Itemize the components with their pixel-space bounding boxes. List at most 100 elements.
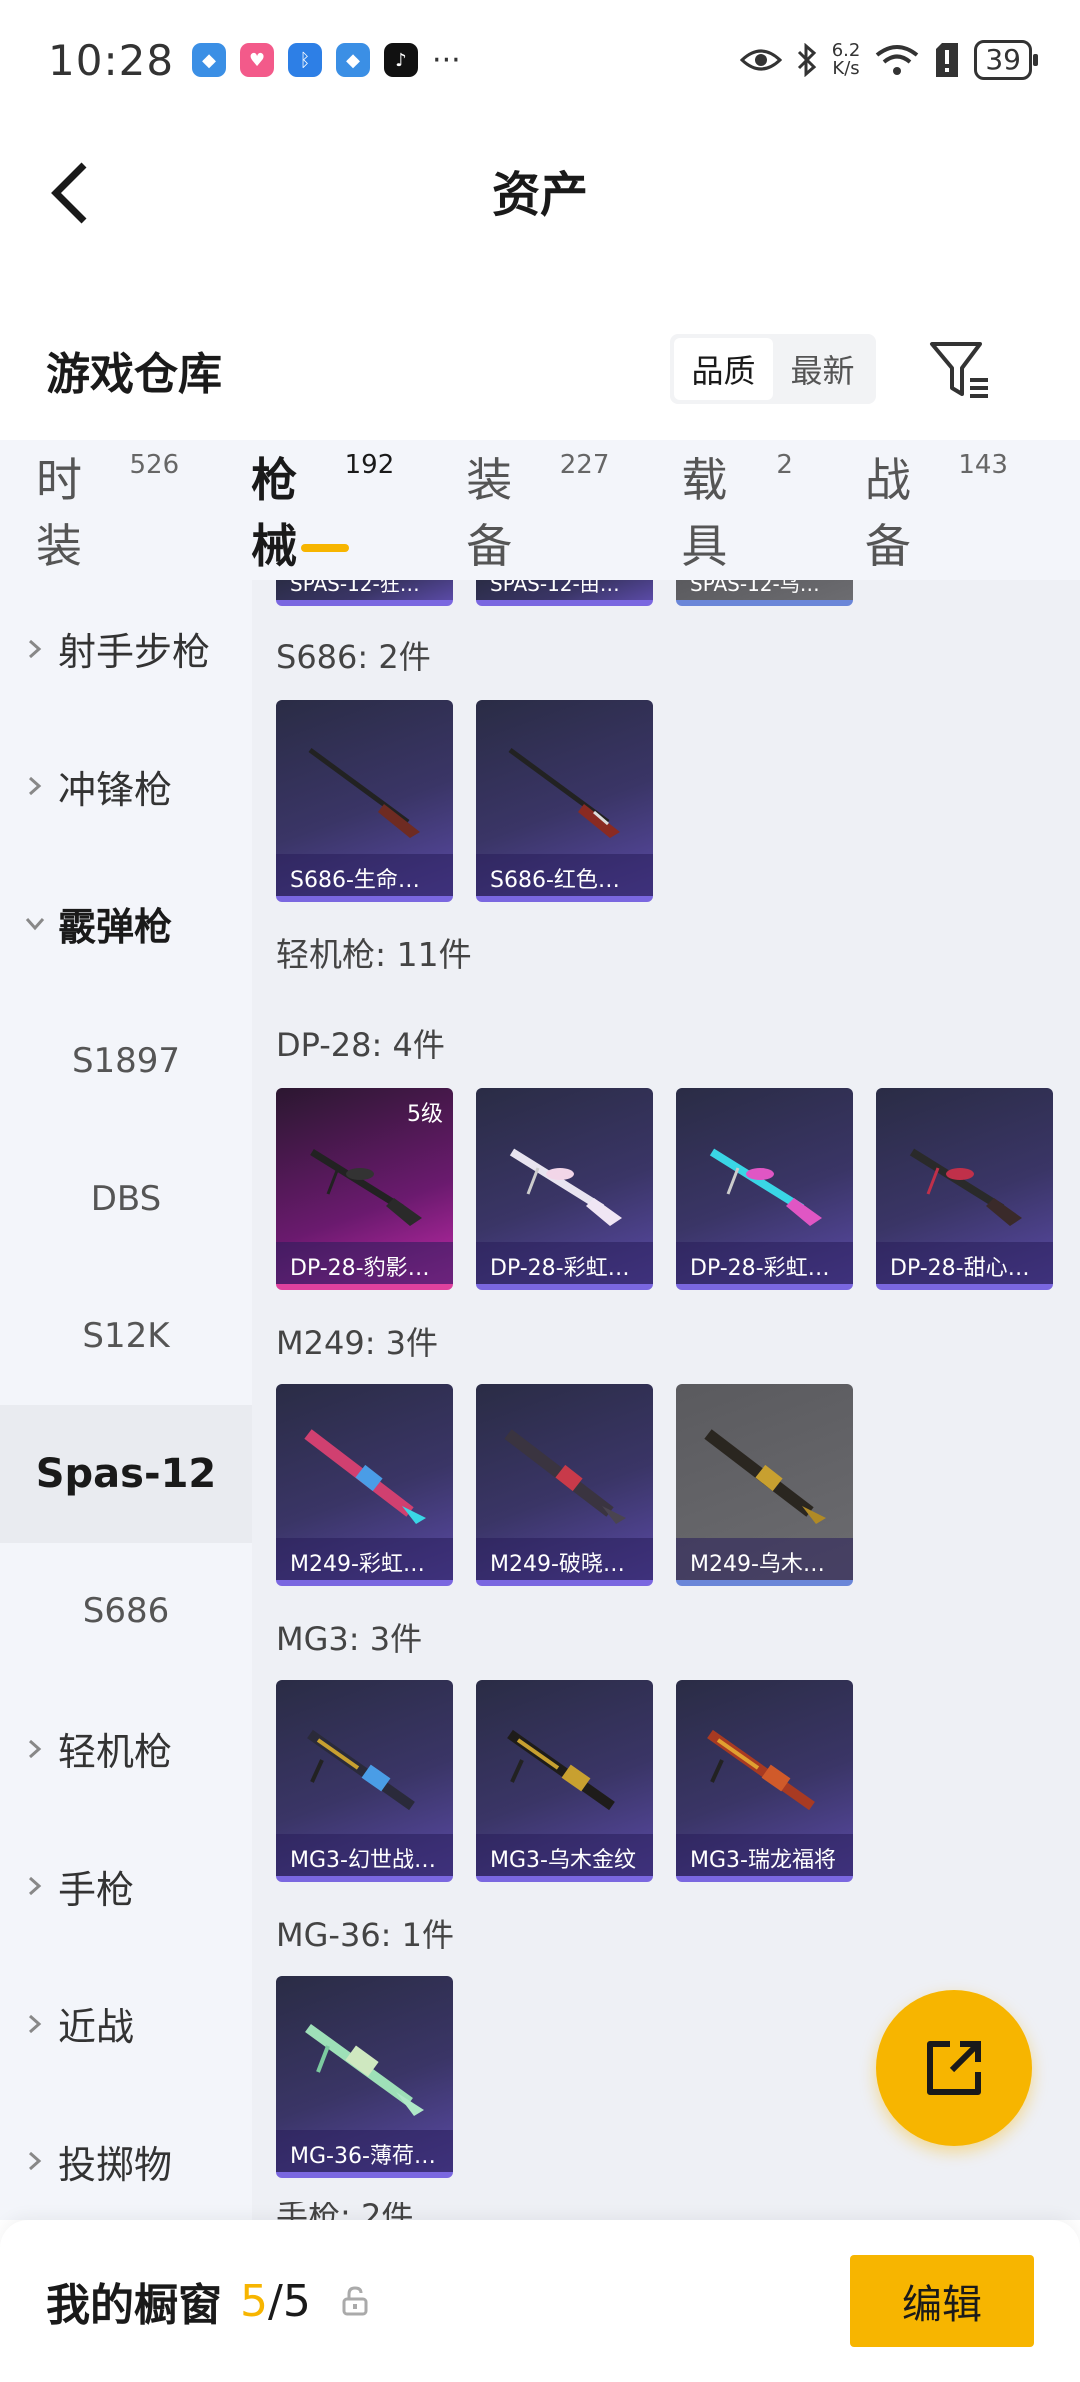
sidebar-item-label: 手枪 <box>58 1867 135 1912</box>
sort-toggle: 品质 最新 <box>670 334 876 404</box>
skin-card-name: M249-乌木… <box>676 1538 853 1580</box>
sidebar-item-label: 轻机枪 <box>58 1730 173 1775</box>
sort-latest-button[interactable]: 最新 <box>773 338 872 400</box>
weapon-skin-grid: SPAS-12-狂… SPAS-12-由… SPAS-12-乌… S686: 2… <box>252 580 1080 2220</box>
lmg-icon <box>704 1429 826 1524</box>
share-button[interactable] <box>876 1990 1032 2146</box>
chevron-right-icon <box>29 2014 42 2033</box>
chevron-right-icon <box>29 1877 42 1896</box>
showcase-count: 5/5 <box>240 2276 311 2327</box>
sim-alert-icon <box>936 43 959 77</box>
sidebar-item-lmg[interactable]: 轻机枪 <box>0 1680 252 1818</box>
section-header-dp-28: DP-28: 4件 <box>276 1026 445 1064</box>
sidebar-subitem-s1897[interactable]: S1897 <box>0 993 252 1131</box>
tab-fashion[interactable]: 时装 526 <box>36 444 179 576</box>
tab-label: 装备 <box>466 453 513 573</box>
sidebar-subitem-dbs[interactable]: DBS <box>0 1130 252 1268</box>
skin-card-name: MG-36-薄荷… <box>276 2130 453 2172</box>
tab-tactical[interactable]: 战备 143 <box>865 444 1008 576</box>
skin-level-badge: 5级 <box>407 1102 443 1127</box>
showcase-count-total: /5 <box>268 2275 311 2327</box>
skin-card-name: SPAS-12-狂… <box>290 580 420 596</box>
skin-card[interactable]: S686-生命… <box>276 700 453 902</box>
tab-label: 载具 <box>681 453 728 573</box>
skin-card[interactable]: SPAS-12-乌… <box>676 580 853 606</box>
battery-indicator: 39 <box>974 40 1038 80</box>
skin-card[interactable]: MG3-瑞龙福将 <box>676 1680 853 1882</box>
bluetooth-app-icon: ᛒ <box>288 43 323 77</box>
skin-card-name: M249-彩虹… <box>276 1538 453 1580</box>
lmg-icon <box>307 1729 415 1811</box>
skin-card[interactable]: MG3-乌木金纹 <box>476 1680 653 1882</box>
skin-card[interactable]: M249-破晓… <box>476 1384 653 1586</box>
tab-firearms[interactable]: 枪械 192 <box>251 444 394 576</box>
skin-card[interactable]: DP-28-彩虹… <box>676 1088 853 1290</box>
skin-card[interactable]: MG3-幻世战… <box>276 1680 453 1882</box>
edit-button[interactable]: 编辑 <box>850 2255 1034 2347</box>
skin-card[interactable]: SPAS-12-由… <box>476 580 653 606</box>
skin-card[interactable]: DP-28-彩虹… <box>476 1088 653 1290</box>
skin-card-name: DP-28-彩虹… <box>476 1242 653 1284</box>
sidebar-subitem-s12k[interactable]: S12K <box>0 1268 252 1406</box>
tab-count: 143 <box>958 450 1008 480</box>
active-tab-indicator <box>301 544 350 552</box>
filter-icon <box>930 342 988 398</box>
filter-button[interactable] <box>928 340 992 400</box>
nav-header: 资产 <box>0 120 1080 260</box>
chevron-right-icon <box>29 777 42 796</box>
lmg-icon <box>509 1148 622 1226</box>
skin-card[interactable]: M249-彩虹… <box>276 1384 453 1586</box>
lmg-icon <box>504 1429 626 1524</box>
category-tabs: 时装 526 枪械 192 装备 227 载具 2 战备 143 <box>0 440 1080 580</box>
eye-icon <box>739 49 782 71</box>
chevron-right-icon <box>29 1739 42 1758</box>
sidebar-item-marksman-rifle[interactable]: 射手步枪 <box>0 580 252 718</box>
showcase-bar: 我的橱窗 5/5 编辑 <box>0 2220 1080 2382</box>
sidebar-subitem-s686[interactable]: S686 <box>0 1543 252 1681</box>
skin-card[interactable]: MG-36-薄荷… <box>276 1976 453 2178</box>
tab-count: 192 <box>344 450 395 480</box>
chevron-right-icon <box>29 639 42 658</box>
skin-card[interactable]: M249-乌木… <box>676 1384 853 1586</box>
skin-card[interactable]: SPAS-12-狂… <box>276 580 453 606</box>
lelo-app-icon: ♥ <box>240 43 275 77</box>
skin-card-name: M249-破晓… <box>476 1538 653 1580</box>
tab-label: 时装 <box>36 453 82 573</box>
section-header-mg3: MG3: 3件 <box>276 1620 423 1658</box>
lmg-icon <box>507 1729 615 1811</box>
sidebar-item-pistol[interactable]: 手枪 <box>0 1818 252 1956</box>
skin-card-name: MG3-瑞龙福将 <box>676 1834 853 1876</box>
sort-quality-button[interactable]: 品质 <box>674 338 773 400</box>
sidebar-subitem-spas-12[interactable]: Spas-12 <box>0 1405 252 1543</box>
net-speed-unit: K/s <box>832 58 860 79</box>
status-time: 10:28 <box>48 35 175 85</box>
page-title: 资产 <box>491 167 588 223</box>
warehouse-title: 游戏仓库 <box>46 349 222 400</box>
section-header-pistol: 手枪: 2件 <box>276 2202 413 2220</box>
sidebar-item-smg[interactable]: 冲锋枪 <box>0 718 252 856</box>
sidebar-item-label: 射手步枪 <box>58 630 211 675</box>
skin-card-name: DP-28-彩虹… <box>676 1242 853 1284</box>
tab-vehicles[interactable]: 载具 2 <box>681 444 792 576</box>
skin-card-name: SPAS-12-乌… <box>690 580 820 596</box>
skin-card[interactable]: 5级 DP-28-豹影… <box>276 1088 453 1290</box>
skin-card[interactable]: S686-红色方… <box>476 700 653 902</box>
section-header-m249: M249: 3件 <box>276 1324 439 1362</box>
lmg-icon <box>310 1149 422 1226</box>
unlock-icon <box>342 2286 368 2316</box>
sidebar-item-throwable[interactable]: 投掷物 <box>0 2093 252 2231</box>
back-button[interactable] <box>40 158 100 228</box>
section-header-mg-36: MG-36: 1件 <box>276 1916 454 1954</box>
tab-equipment[interactable]: 装备 227 <box>466 444 609 576</box>
sidebar-item-shotgun[interactable]: 霰弹枪 <box>0 855 252 993</box>
status-app-icons: ◆ ♥ ᛒ ◆ ♪ ··· <box>192 43 461 78</box>
skin-card-name: DP-28-豹影… <box>276 1242 453 1284</box>
bluetooth-icon <box>797 43 816 77</box>
tab-count: 2 <box>776 450 793 480</box>
tab-label: 枪械 <box>251 453 298 573</box>
skin-card-name: S686-生命… <box>276 854 453 896</box>
sidebar-item-melee[interactable]: 近战 <box>0 1955 252 2093</box>
back-arrow-icon <box>51 162 87 224</box>
sidebar-item-label: 投掷物 <box>58 2142 173 2187</box>
skin-card[interactable]: DP-28-甜心… <box>876 1088 1053 1290</box>
